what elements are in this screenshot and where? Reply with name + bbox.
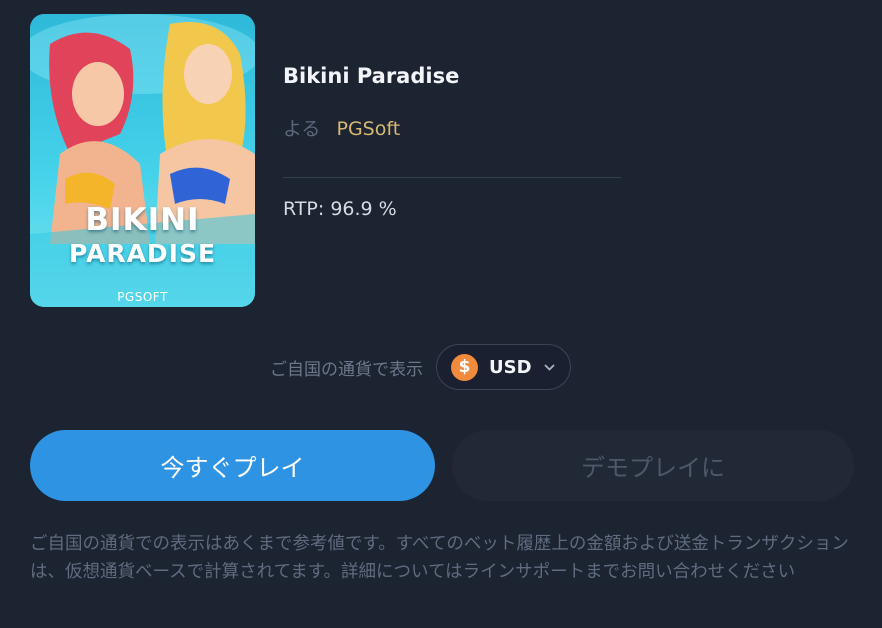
rtp-value: RTP: 96.9 % bbox=[283, 198, 397, 220]
thumbnail-title-line2: PARADISE bbox=[68, 239, 217, 268]
chevron-down-icon bbox=[543, 360, 555, 374]
provider-link[interactable]: PGSoft bbox=[336, 118, 400, 140]
currency-code: USD bbox=[489, 356, 532, 378]
divider bbox=[283, 177, 621, 178]
dollar-coin-icon: $ bbox=[451, 353, 478, 381]
currency-disclaimer: ご自国の通貨での表示はあくまで参考値です。すべてのベット履歴上の金額および送金ト… bbox=[30, 534, 849, 582]
game-title: Bikini Paradise bbox=[283, 64, 460, 88]
currency-label: ご自国の通貨で表示 bbox=[270, 359, 423, 380]
by-label: よる bbox=[283, 118, 321, 140]
game-thumbnail[interactable]: BIKINI PARADISE PGSOFT bbox=[30, 14, 255, 307]
play-now-button[interactable]: 今すぐプレイ bbox=[30, 430, 435, 501]
thumbnail-brand: PGSOFT bbox=[117, 290, 168, 304]
provider-line: よる PGSoft bbox=[283, 114, 400, 141]
demo-play-button[interactable]: デモプレイに bbox=[452, 430, 854, 501]
thumbnail-title-line1: BIKINI bbox=[85, 202, 200, 238]
currency-display-row: ご自国の通貨で表示 $ USD bbox=[270, 343, 571, 391]
thumbnail-title: BIKINI PARADISE bbox=[30, 204, 255, 270]
currency-select[interactable]: $ USD bbox=[436, 344, 571, 390]
